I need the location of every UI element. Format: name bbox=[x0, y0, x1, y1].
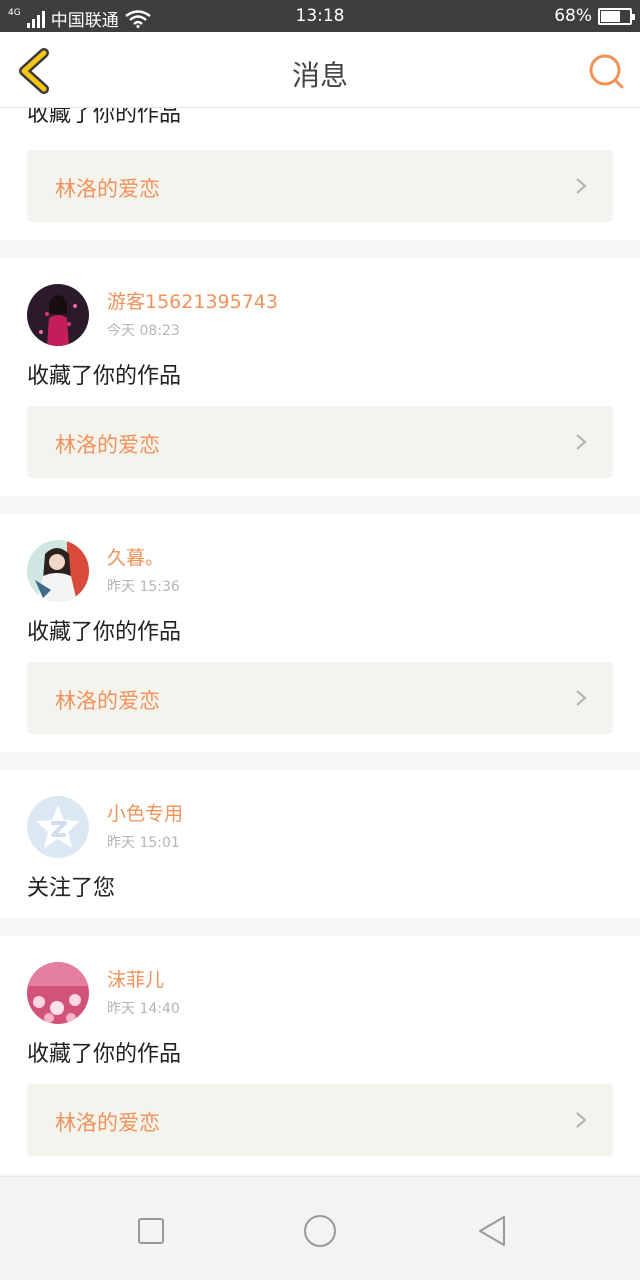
work-link[interactable]: 林洛的爱恋 bbox=[27, 1084, 613, 1156]
user-info: 小色专用 昨天 15:01 bbox=[107, 802, 183, 852]
message-action: 收藏了你的作品 bbox=[27, 620, 182, 645]
message-time: 今天 08:23 bbox=[107, 323, 180, 339]
chevron-right-icon bbox=[576, 1112, 587, 1128]
work-link[interactable]: 林洛的爱恋 bbox=[27, 406, 613, 478]
chevron-right-icon bbox=[576, 178, 587, 194]
message-user[interactable]: 沫菲儿 昨天 14:40 bbox=[27, 962, 613, 1024]
status-right: 68% bbox=[554, 6, 635, 26]
message-card: 久暮。 昨天 15:36 收藏了你的作品 林洛的爱恋 bbox=[0, 514, 640, 752]
qq-zone-star-icon[interactable] bbox=[27, 796, 89, 858]
message-card: 游客15621395743 今天 08:23 收藏了你的作品 林洛的爱恋 bbox=[0, 258, 640, 496]
avatar[interactable] bbox=[27, 962, 89, 1024]
work-title: 林洛的爱恋 bbox=[55, 1111, 160, 1135]
triangle-back-icon[interactable] bbox=[472, 1211, 512, 1251]
message-card: 小色专用 昨天 15:01 关注了您 bbox=[0, 770, 640, 918]
user-info: 久暮。 昨天 15:36 bbox=[107, 546, 180, 596]
message-card: 收藏了你的作品 林洛的爱恋 bbox=[0, 108, 640, 240]
message-user[interactable]: 小色专用 昨天 15:01 bbox=[27, 796, 613, 858]
message-time: 昨天 15:36 bbox=[107, 579, 180, 595]
work-link[interactable]: 林洛的爱恋 bbox=[27, 662, 613, 734]
message-time: 昨天 14:40 bbox=[107, 1001, 180, 1017]
status-bar: 4G 中国联通 13:18 68% bbox=[0, 0, 640, 32]
user-info: 沫菲儿 昨天 14:40 bbox=[107, 968, 180, 1018]
divider bbox=[0, 752, 640, 770]
work-title: 林洛的爱恋 bbox=[55, 177, 160, 201]
circle-icon[interactable] bbox=[300, 1211, 340, 1251]
system-nav-bar bbox=[0, 1176, 640, 1280]
user-name: 久暮。 bbox=[107, 547, 165, 569]
user-name: 小色专用 bbox=[107, 803, 184, 825]
message-action: 关注了您 bbox=[27, 876, 116, 901]
user-name: 游客15621395743 bbox=[107, 291, 278, 313]
message-list[interactable]: 收藏了你的作品 林洛的爱恋 游客15621395743 今天 08:23 收藏了… bbox=[0, 108, 640, 1176]
app-header: 消息 bbox=[0, 32, 640, 108]
message-action: 收藏了你的作品 bbox=[27, 364, 182, 389]
divider bbox=[0, 496, 640, 514]
chevron-right-icon bbox=[576, 434, 587, 450]
search-icon[interactable] bbox=[586, 52, 626, 92]
status-time: 13:18 bbox=[295, 6, 345, 26]
battery-icon bbox=[598, 7, 635, 25]
divider bbox=[0, 240, 640, 258]
user-name: 沫菲儿 bbox=[107, 969, 165, 991]
message-card: 沫菲儿 昨天 14:40 收藏了你的作品 林洛的爱恋 bbox=[0, 936, 640, 1174]
message-action: 收藏了你的作品 bbox=[27, 108, 182, 127]
battery-fill bbox=[601, 10, 620, 22]
work-link[interactable]: 林洛的爱恋 bbox=[27, 150, 613, 222]
page-title: 消息 bbox=[291, 59, 348, 92]
message-user[interactable]: 久暮。 昨天 15:36 bbox=[27, 540, 613, 602]
chevron-right-icon bbox=[576, 690, 587, 706]
divider bbox=[0, 918, 640, 936]
user-info: 游客15621395743 今天 08:23 bbox=[107, 290, 278, 340]
work-title: 林洛的爱恋 bbox=[55, 689, 160, 713]
work-title: 林洛的爱恋 bbox=[55, 433, 160, 457]
message-user[interactable]: 游客15621395743 今天 08:23 bbox=[27, 284, 613, 346]
message-time: 昨天 15:01 bbox=[107, 835, 180, 851]
message-action: 收藏了你的作品 bbox=[27, 1042, 182, 1067]
avatar[interactable] bbox=[27, 284, 89, 346]
avatar[interactable] bbox=[27, 540, 89, 602]
battery-percent: 68% bbox=[554, 6, 592, 26]
square-icon[interactable] bbox=[131, 1211, 171, 1251]
